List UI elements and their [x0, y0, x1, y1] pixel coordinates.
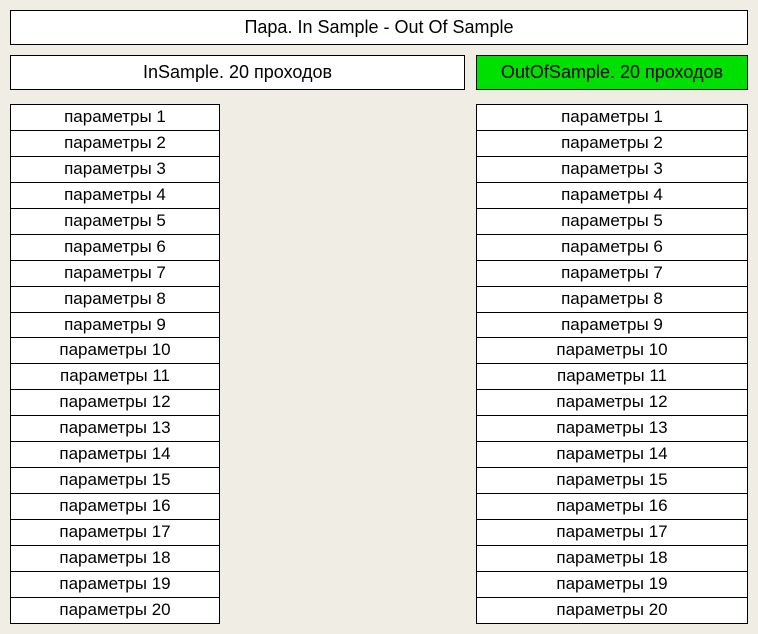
out-of-sample-item: параметры 5: [476, 209, 748, 235]
out-of-sample-item: параметры 7: [476, 261, 748, 287]
in-sample-list: параметры 1параметры 2параметры 3парамет…: [10, 104, 220, 624]
in-sample-item: параметры 6: [10, 235, 220, 261]
out-of-sample-list: параметры 1параметры 2параметры 3парамет…: [476, 104, 748, 624]
out-of-sample-item: параметры 2: [476, 131, 748, 157]
out-of-sample-item: параметры 18: [476, 546, 748, 572]
in-sample-item: параметры 3: [10, 157, 220, 183]
in-sample-item: параметры 18: [10, 546, 220, 572]
out-of-sample-item: параметры 9: [476, 313, 748, 339]
out-of-sample-item: параметры 8: [476, 287, 748, 313]
out-of-sample-item: параметры 15: [476, 468, 748, 494]
columns-container: InSample. 20 проходов параметры 1парамет…: [10, 55, 748, 624]
in-sample-item: параметры 8: [10, 287, 220, 313]
out-of-sample-item: параметры 6: [476, 235, 748, 261]
in-sample-item: параметры 14: [10, 442, 220, 468]
out-of-sample-item: параметры 3: [476, 157, 748, 183]
in-sample-item: параметры 1: [10, 104, 220, 131]
out-of-sample-item: параметры 14: [476, 442, 748, 468]
in-sample-item: параметры 20: [10, 598, 220, 624]
in-sample-item: параметры 11: [10, 364, 220, 390]
in-sample-item: параметры 4: [10, 183, 220, 209]
out-of-sample-item: параметры 11: [476, 364, 748, 390]
in-sample-item: параметры 2: [10, 131, 220, 157]
in-sample-item: параметры 19: [10, 572, 220, 598]
in-sample-item: параметры 13: [10, 416, 220, 442]
in-sample-header: InSample. 20 проходов: [10, 55, 465, 90]
out-of-sample-item: параметры 17: [476, 520, 748, 546]
out-of-sample-item: параметры 19: [476, 572, 748, 598]
out-of-sample-column: OutOfSample. 20 проходов параметры 1пара…: [476, 55, 748, 624]
pair-title: Пара. In Sample - Out Of Sample: [10, 10, 748, 45]
out-of-sample-item: параметры 12: [476, 390, 748, 416]
in-sample-item: параметры 17: [10, 520, 220, 546]
in-sample-item: параметры 12: [10, 390, 220, 416]
out-of-sample-item: параметры 4: [476, 183, 748, 209]
in-sample-column: InSample. 20 проходов параметры 1парамет…: [10, 55, 465, 624]
out-of-sample-item: параметры 1: [476, 104, 748, 131]
in-sample-item: параметры 16: [10, 494, 220, 520]
in-sample-item: параметры 15: [10, 468, 220, 494]
in-sample-item: параметры 9: [10, 313, 220, 339]
in-sample-item: параметры 7: [10, 261, 220, 287]
out-of-sample-item: параметры 16: [476, 494, 748, 520]
out-of-sample-item: параметры 10: [476, 338, 748, 364]
in-sample-item: параметры 5: [10, 209, 220, 235]
out-of-sample-header: OutOfSample. 20 проходов: [476, 55, 748, 90]
out-of-sample-item: параметры 20: [476, 598, 748, 624]
in-sample-item: параметры 10: [10, 338, 220, 364]
out-of-sample-item: параметры 13: [476, 416, 748, 442]
